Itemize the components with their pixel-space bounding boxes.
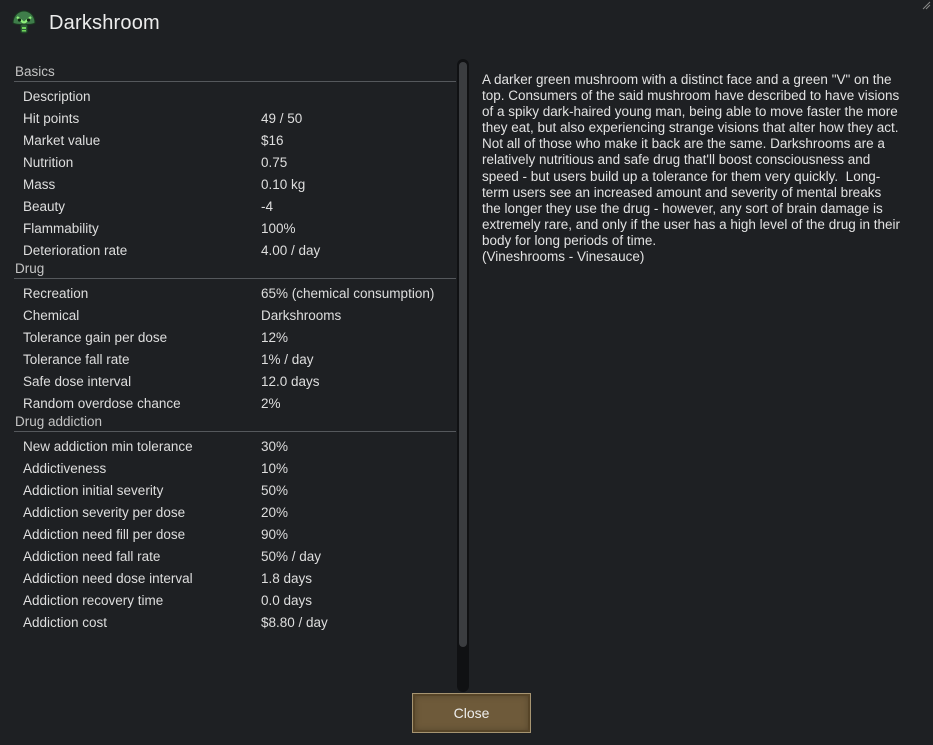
stat-row[interactable]: Nutrition 0.75 <box>14 151 456 173</box>
stat-label: New addiction min tolerance <box>23 438 193 454</box>
close-button[interactable]: Close <box>412 693 531 733</box>
stat-row[interactable]: Addiction severity per dose 20% <box>14 501 456 523</box>
stat-label: Random overdose chance <box>23 395 181 411</box>
stat-label: Tolerance fall rate <box>23 351 130 367</box>
stat-label: Flammability <box>23 220 99 236</box>
stat-label: Mass <box>23 176 56 192</box>
stat-value: 65% (chemical consumption) <box>261 285 435 301</box>
stat-label: Addictiveness <box>23 460 107 476</box>
stat-row[interactable]: Hit points 49 / 50 <box>14 107 456 129</box>
stat-label: Tolerance gain per dose <box>23 329 168 345</box>
stat-row[interactable]: Deterioration rate 4.00 / day <box>14 239 456 261</box>
stat-row[interactable]: Mass 0.10 kg <box>14 173 456 195</box>
stats-scrollbar[interactable] <box>457 59 469 692</box>
stat-value: 12.0 days <box>261 373 320 389</box>
stat-row[interactable]: Addiction cost $8.80 / day <box>14 611 456 633</box>
stat-value: 49 / 50 <box>261 110 303 126</box>
stat-row[interactable]: Tolerance gain per dose 12% <box>14 326 456 348</box>
stat-row[interactable]: Chemical Darkshrooms <box>14 304 456 326</box>
stat-label: Beauty <box>23 198 66 214</box>
stat-value: 100% <box>261 220 296 236</box>
stat-row[interactable]: Addiction initial severity 50% <box>14 479 456 501</box>
stat-label: Addiction recovery time <box>23 592 164 608</box>
stat-row[interactable]: Addiction need dose interval 1.8 days <box>14 567 456 589</box>
description-text: A darker green mushroom with a distinct … <box>482 72 900 265</box>
stat-value: $16 <box>261 132 284 148</box>
stat-row[interactable]: Addiction need fall rate 50% / day <box>14 545 456 567</box>
stats-panel: Basics Description Hit points 49 / 50 Mar… <box>14 64 456 633</box>
stat-row[interactable]: Market value $16 <box>14 129 456 151</box>
stat-value: 30% <box>261 438 289 454</box>
stat-value: Darkshrooms <box>261 307 342 323</box>
stat-row[interactable]: Beauty -4 <box>14 195 456 217</box>
stat-label: Nutrition <box>23 154 74 170</box>
stat-value: 1.8 days <box>261 570 313 586</box>
stat-label: Addiction initial severity <box>23 482 164 498</box>
stat-label: Addiction need dose interval <box>23 570 193 586</box>
stat-value: -4 <box>261 198 274 214</box>
stat-row[interactable]: Description <box>14 85 456 107</box>
stat-value: 0.75 <box>261 154 288 170</box>
stat-label: Recreation <box>23 285 89 301</box>
stat-label: Market value <box>23 132 101 148</box>
stat-row[interactable]: Addiction need fill per dose 90% <box>14 523 456 545</box>
stat-value: 12% <box>261 329 289 345</box>
window-header: Darkshroom <box>10 9 160 37</box>
stat-value: 50% / day <box>261 548 322 564</box>
stat-row[interactable]: Addiction recovery time 0.0 days <box>14 589 456 611</box>
scrollbar-thumb[interactable] <box>459 62 467 647</box>
stat-label: Deterioration rate <box>23 242 128 258</box>
stat-value: 20% <box>261 504 289 520</box>
stat-value: 4.00 / day <box>261 242 321 258</box>
resize-grip-icon[interactable] <box>921 0 931 10</box>
stat-label: Addiction cost <box>23 614 108 630</box>
stat-label: Addiction need fall rate <box>23 548 161 564</box>
stat-value: 2% <box>261 395 281 411</box>
stat-value: 0.0 days <box>261 592 313 608</box>
stat-row[interactable]: Safe dose interval 12.0 days <box>14 370 456 392</box>
stat-row[interactable]: Addictiveness 10% <box>14 457 456 479</box>
stat-label: Addiction severity per dose <box>23 504 186 520</box>
stat-label: Chemical <box>23 307 80 323</box>
section-header-drug: Drug <box>14 261 456 279</box>
stat-row[interactable]: Flammability 100% <box>14 217 456 239</box>
stat-value: $8.80 / day <box>261 614 328 630</box>
stat-label: Safe dose interval <box>23 373 132 389</box>
stat-label: Hit points <box>23 110 80 126</box>
stat-row[interactable]: Random overdose chance 2% <box>14 392 456 414</box>
stat-value: 10% <box>261 460 289 476</box>
mushroom-icon <box>12 10 36 34</box>
info-window: Darkshroom Basics Description Hit points… <box>0 0 933 745</box>
stat-row[interactable]: New addiction min tolerance 30% <box>14 435 456 457</box>
stat-row[interactable]: Recreation 65% (chemical consumption) <box>14 282 456 304</box>
window-title: Darkshroom <box>49 11 160 34</box>
stat-value: 90% <box>261 526 289 542</box>
stat-value: 0.10 kg <box>261 176 306 192</box>
stat-value: 1% / day <box>261 351 314 367</box>
stat-value: 50% <box>261 482 289 498</box>
section-header-basics: Basics <box>14 64 456 82</box>
stat-label: Addiction need fill per dose <box>23 526 186 542</box>
section-header-drug-addiction: Drug addiction <box>14 414 456 432</box>
stat-label: Description <box>23 88 91 104</box>
stat-row[interactable]: Tolerance fall rate 1% / day <box>14 348 456 370</box>
